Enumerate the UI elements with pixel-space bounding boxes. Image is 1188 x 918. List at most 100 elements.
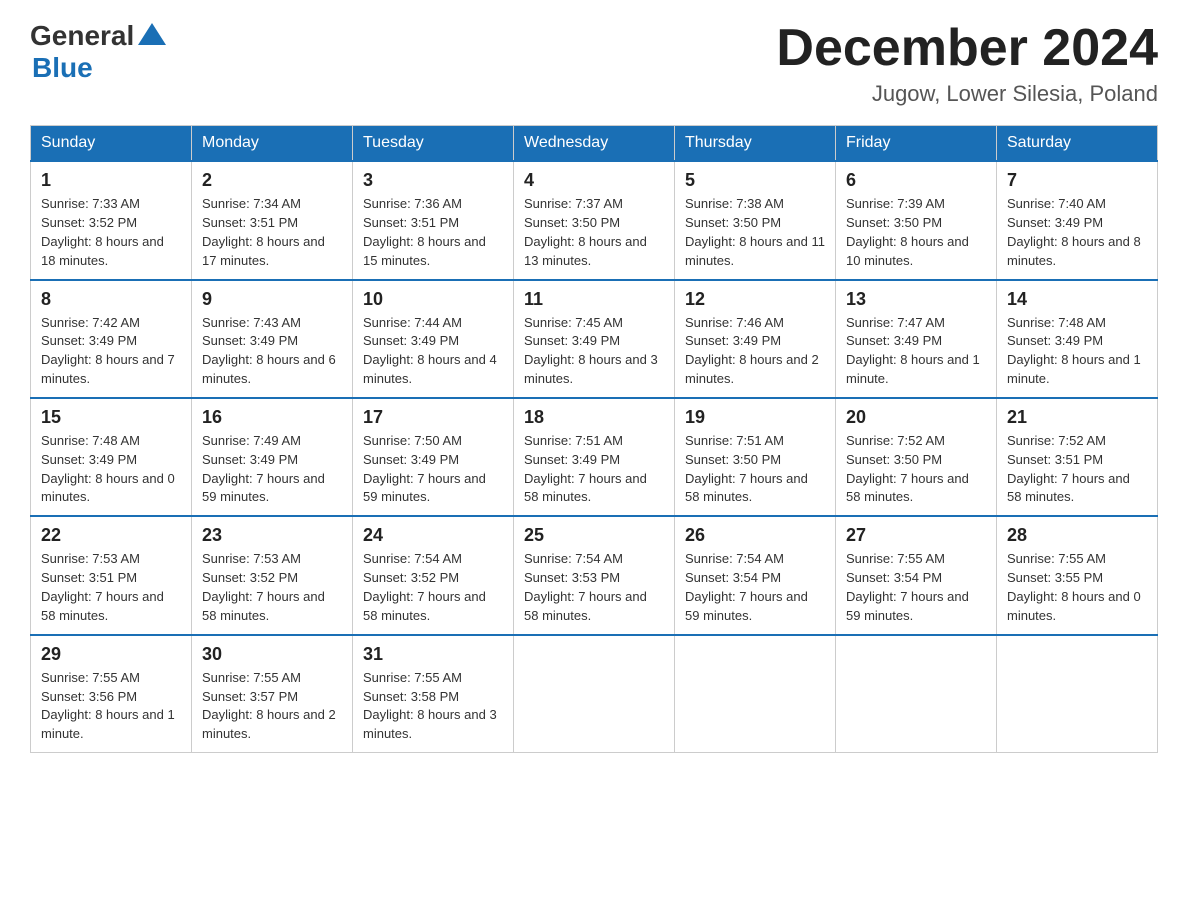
calendar-week-4: 22 Sunrise: 7:53 AMSunset: 3:51 PMDaylig…: [31, 516, 1158, 634]
calendar-cell: 13 Sunrise: 7:47 AMSunset: 3:49 PMDaylig…: [836, 280, 997, 398]
day-number: 10: [363, 289, 503, 310]
day-info: Sunrise: 7:54 AMSunset: 3:54 PMDaylight:…: [685, 551, 808, 623]
calendar-cell: 20 Sunrise: 7:52 AMSunset: 3:50 PMDaylig…: [836, 398, 997, 516]
calendar-cell: 2 Sunrise: 7:34 AMSunset: 3:51 PMDayligh…: [192, 161, 353, 279]
day-info: Sunrise: 7:33 AMSunset: 3:52 PMDaylight:…: [41, 196, 164, 268]
day-info: Sunrise: 7:42 AMSunset: 3:49 PMDaylight:…: [41, 315, 175, 387]
day-info: Sunrise: 7:40 AMSunset: 3:49 PMDaylight:…: [1007, 196, 1141, 268]
calendar-cell: 21 Sunrise: 7:52 AMSunset: 3:51 PMDaylig…: [997, 398, 1158, 516]
calendar-cell: 16 Sunrise: 7:49 AMSunset: 3:49 PMDaylig…: [192, 398, 353, 516]
day-number: 12: [685, 289, 825, 310]
day-number: 28: [1007, 525, 1147, 546]
calendar-cell: 28 Sunrise: 7:55 AMSunset: 3:55 PMDaylig…: [997, 516, 1158, 634]
page-header: General Blue December 2024 Jugow, Lower …: [30, 20, 1158, 107]
day-number: 1: [41, 170, 181, 191]
day-number: 31: [363, 644, 503, 665]
day-info: Sunrise: 7:53 AMSunset: 3:52 PMDaylight:…: [202, 551, 325, 623]
day-info: Sunrise: 7:54 AMSunset: 3:52 PMDaylight:…: [363, 551, 486, 623]
day-info: Sunrise: 7:37 AMSunset: 3:50 PMDaylight:…: [524, 196, 647, 268]
calendar-cell: 22 Sunrise: 7:53 AMSunset: 3:51 PMDaylig…: [31, 516, 192, 634]
day-number: 26: [685, 525, 825, 546]
calendar-cell: 24 Sunrise: 7:54 AMSunset: 3:52 PMDaylig…: [353, 516, 514, 634]
calendar-week-3: 15 Sunrise: 7:48 AMSunset: 3:49 PMDaylig…: [31, 398, 1158, 516]
day-info: Sunrise: 7:51 AMSunset: 3:49 PMDaylight:…: [524, 433, 647, 505]
day-info: Sunrise: 7:44 AMSunset: 3:49 PMDaylight:…: [363, 315, 497, 387]
day-number: 19: [685, 407, 825, 428]
header-sunday: Sunday: [31, 126, 192, 162]
calendar-cell: 7 Sunrise: 7:40 AMSunset: 3:49 PMDayligh…: [997, 161, 1158, 279]
day-info: Sunrise: 7:52 AMSunset: 3:51 PMDaylight:…: [1007, 433, 1130, 505]
day-number: 17: [363, 407, 503, 428]
title-block: December 2024 Jugow, Lower Silesia, Pola…: [776, 20, 1158, 107]
calendar-cell: 12 Sunrise: 7:46 AMSunset: 3:49 PMDaylig…: [675, 280, 836, 398]
calendar-cell: 23 Sunrise: 7:53 AMSunset: 3:52 PMDaylig…: [192, 516, 353, 634]
calendar-week-2: 8 Sunrise: 7:42 AMSunset: 3:49 PMDayligh…: [31, 280, 1158, 398]
calendar-cell: 15 Sunrise: 7:48 AMSunset: 3:49 PMDaylig…: [31, 398, 192, 516]
day-info: Sunrise: 7:46 AMSunset: 3:49 PMDaylight:…: [685, 315, 819, 387]
calendar-cell: 11 Sunrise: 7:45 AMSunset: 3:49 PMDaylig…: [514, 280, 675, 398]
logo-triangle-icon: [138, 23, 166, 45]
logo-blue-text: Blue: [32, 52, 93, 84]
day-number: 6: [846, 170, 986, 191]
calendar-cell: [836, 635, 997, 753]
day-number: 18: [524, 407, 664, 428]
calendar-cell: 14 Sunrise: 7:48 AMSunset: 3:49 PMDaylig…: [997, 280, 1158, 398]
calendar-week-1: 1 Sunrise: 7:33 AMSunset: 3:52 PMDayligh…: [31, 161, 1158, 279]
calendar-cell: [997, 635, 1158, 753]
day-number: 4: [524, 170, 664, 191]
calendar-cell: 29 Sunrise: 7:55 AMSunset: 3:56 PMDaylig…: [31, 635, 192, 753]
calendar-cell: [514, 635, 675, 753]
day-number: 11: [524, 289, 664, 310]
day-number: 15: [41, 407, 181, 428]
calendar-cell: 30 Sunrise: 7:55 AMSunset: 3:57 PMDaylig…: [192, 635, 353, 753]
day-number: 7: [1007, 170, 1147, 191]
day-info: Sunrise: 7:48 AMSunset: 3:49 PMDaylight:…: [41, 433, 175, 505]
day-info: Sunrise: 7:48 AMSunset: 3:49 PMDaylight:…: [1007, 315, 1141, 387]
day-number: 14: [1007, 289, 1147, 310]
day-number: 8: [41, 289, 181, 310]
calendar-cell: 31 Sunrise: 7:55 AMSunset: 3:58 PMDaylig…: [353, 635, 514, 753]
day-number: 30: [202, 644, 342, 665]
calendar-cell: 19 Sunrise: 7:51 AMSunset: 3:50 PMDaylig…: [675, 398, 836, 516]
day-info: Sunrise: 7:50 AMSunset: 3:49 PMDaylight:…: [363, 433, 486, 505]
day-number: 22: [41, 525, 181, 546]
calendar-cell: 25 Sunrise: 7:54 AMSunset: 3:53 PMDaylig…: [514, 516, 675, 634]
day-info: Sunrise: 7:43 AMSunset: 3:49 PMDaylight:…: [202, 315, 336, 387]
calendar-cell: 8 Sunrise: 7:42 AMSunset: 3:49 PMDayligh…: [31, 280, 192, 398]
day-number: 21: [1007, 407, 1147, 428]
calendar-cell: 3 Sunrise: 7:36 AMSunset: 3:51 PMDayligh…: [353, 161, 514, 279]
location-title: Jugow, Lower Silesia, Poland: [776, 81, 1158, 107]
day-number: 9: [202, 289, 342, 310]
calendar-cell: 17 Sunrise: 7:50 AMSunset: 3:49 PMDaylig…: [353, 398, 514, 516]
header-saturday: Saturday: [997, 126, 1158, 162]
day-number: 25: [524, 525, 664, 546]
day-info: Sunrise: 7:34 AMSunset: 3:51 PMDaylight:…: [202, 196, 325, 268]
calendar-cell: 5 Sunrise: 7:38 AMSunset: 3:50 PMDayligh…: [675, 161, 836, 279]
day-number: 13: [846, 289, 986, 310]
calendar-cell: 6 Sunrise: 7:39 AMSunset: 3:50 PMDayligh…: [836, 161, 997, 279]
calendar-cell: 27 Sunrise: 7:55 AMSunset: 3:54 PMDaylig…: [836, 516, 997, 634]
calendar-header-row: SundayMondayTuesdayWednesdayThursdayFrid…: [31, 126, 1158, 162]
month-title: December 2024: [776, 20, 1158, 77]
day-number: 2: [202, 170, 342, 191]
day-info: Sunrise: 7:55 AMSunset: 3:55 PMDaylight:…: [1007, 551, 1141, 623]
day-info: Sunrise: 7:49 AMSunset: 3:49 PMDaylight:…: [202, 433, 325, 505]
calendar-cell: 18 Sunrise: 7:51 AMSunset: 3:49 PMDaylig…: [514, 398, 675, 516]
day-number: 24: [363, 525, 503, 546]
calendar-week-5: 29 Sunrise: 7:55 AMSunset: 3:56 PMDaylig…: [31, 635, 1158, 753]
header-thursday: Thursday: [675, 126, 836, 162]
day-info: Sunrise: 7:55 AMSunset: 3:57 PMDaylight:…: [202, 670, 336, 742]
day-info: Sunrise: 7:38 AMSunset: 3:50 PMDaylight:…: [685, 196, 825, 268]
day-number: 23: [202, 525, 342, 546]
header-wednesday: Wednesday: [514, 126, 675, 162]
day-info: Sunrise: 7:55 AMSunset: 3:54 PMDaylight:…: [846, 551, 969, 623]
logo: General Blue: [30, 20, 166, 84]
calendar-cell: 4 Sunrise: 7:37 AMSunset: 3:50 PMDayligh…: [514, 161, 675, 279]
day-number: 3: [363, 170, 503, 191]
header-monday: Monday: [192, 126, 353, 162]
day-info: Sunrise: 7:55 AMSunset: 3:56 PMDaylight:…: [41, 670, 175, 742]
calendar-cell: 1 Sunrise: 7:33 AMSunset: 3:52 PMDayligh…: [31, 161, 192, 279]
header-tuesday: Tuesday: [353, 126, 514, 162]
day-info: Sunrise: 7:55 AMSunset: 3:58 PMDaylight:…: [363, 670, 497, 742]
day-number: 5: [685, 170, 825, 191]
